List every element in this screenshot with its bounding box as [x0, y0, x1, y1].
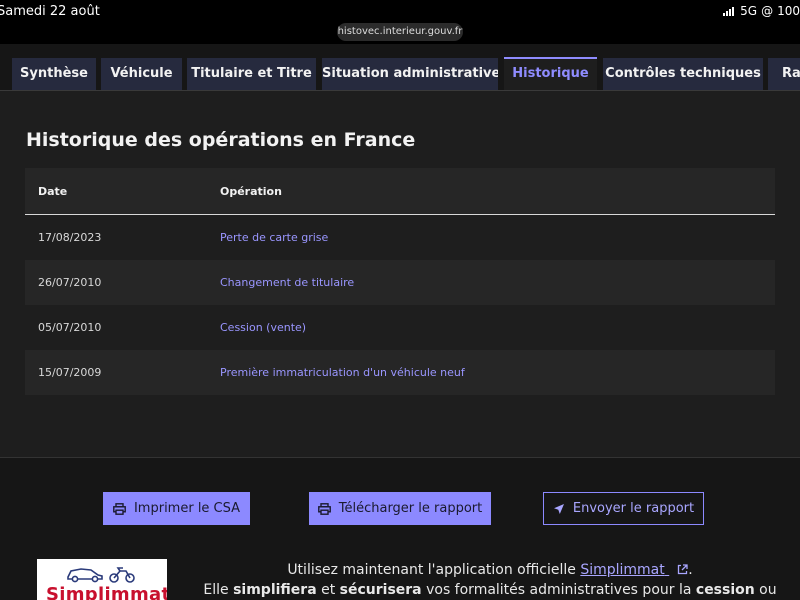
promo-text-part: Elle [203, 582, 234, 598]
promo-emphasis: cession [695, 582, 755, 598]
column-header-operation: Opération [220, 168, 775, 215]
promo-line-1: Utilisez maintenant l'application offici… [200, 560, 780, 580]
row-operation: Changement de titulaire [220, 260, 775, 305]
table-row: 05/07/2010 Cession (vente) [25, 305, 775, 350]
external-link-icon [678, 564, 688, 575]
motorbike-icon [109, 567, 135, 583]
print-csa-button[interactable]: Imprimer le CSA [103, 492, 250, 525]
tab-controles-techniques[interactable]: Contrôles techniques [603, 58, 763, 90]
table-header-row: Date Opération [25, 168, 775, 215]
tab-situation-administrative[interactable]: Situation administrative [322, 58, 498, 90]
location-icon: @ [761, 4, 774, 18]
row-date: 05/07/2010 [25, 305, 220, 350]
page-title: Historique des opérations en France [26, 129, 416, 151]
tab-titulaire-titre[interactable]: Titulaire et Titre [187, 58, 316, 90]
send-icon [553, 503, 564, 514]
table-row: 26/07/2010 Changement de titulaire [25, 260, 775, 305]
send-report-button[interactable]: Envoyer le rapport [543, 492, 704, 525]
row-date: 26/07/2010 [25, 260, 220, 305]
status-datetime: Samedi 22 août [0, 4, 100, 19]
footer-actions: Imprimer le CSA Télécharger le rapport E… [0, 458, 800, 600]
download-report-button[interactable]: Télécharger le rapport [309, 492, 491, 525]
promo-intro: Utilisez maintenant l'application offici… [287, 562, 581, 578]
table-row: 15/07/2009 Première immatriculation d'un… [25, 350, 775, 395]
promo-period: . [688, 562, 693, 578]
browser-url-bar: histovec.interieur.gouv.fr [0, 22, 800, 44]
battery-level: 100 [777, 4, 800, 18]
tab-historique[interactable]: Historique [504, 57, 597, 90]
printer-icon [317, 502, 331, 515]
car-icon [67, 568, 103, 583]
status-indicators: 5G @ 100 [723, 4, 800, 18]
simplimmat-link[interactable]: Simplimmat [580, 562, 688, 578]
send-report-label: Envoyer le rapport [572, 501, 695, 516]
history-panel: Historique des opérations en France Date… [0, 91, 800, 458]
promo-line-2: Elle simplifiera et sécurisera vos forma… [200, 580, 780, 600]
tab-synthese[interactable]: Synthèse [12, 58, 96, 90]
promo-text-part: et [316, 582, 340, 598]
logo-text: Simplimmat [46, 584, 167, 600]
tab-vehicule[interactable]: Véhicule [101, 58, 182, 90]
print-csa-label: Imprimer le CSA [133, 501, 241, 516]
download-report-label: Télécharger le rapport [338, 501, 483, 516]
tab-bar: Synthèse Véhicule Titulaire et Titre Sit… [0, 44, 800, 91]
promo-emphasis: sécurisera [339, 582, 422, 598]
simplimmat-link-label: Simplimmat [580, 562, 665, 578]
row-date: 15/07/2009 [25, 350, 220, 395]
tab-rapport[interactable]: Rap [768, 58, 800, 90]
network-type: 5G [740, 4, 758, 18]
promo-text-part: ou [754, 582, 777, 598]
simplimmat-logo[interactable]: Simplimmat [37, 559, 167, 600]
row-operation: Cession (vente) [220, 305, 775, 350]
row-operation: Première immatriculation d'un véhicule n… [220, 350, 775, 395]
promo-text: Utilisez maintenant l'application offici… [200, 560, 780, 600]
column-header-date: Date [25, 168, 220, 215]
status-bar: Samedi 22 août 5G @ 100 [0, 0, 800, 22]
printer-icon [113, 502, 126, 515]
promo-emphasis: simplifiera [233, 582, 317, 598]
history-table: Date Opération 17/08/2023 Perte de carte… [25, 168, 775, 395]
row-date: 17/08/2023 [25, 214, 220, 260]
row-operation: Perte de carte grise [220, 214, 775, 260]
table-row: 17/08/2023 Perte de carte grise [25, 214, 775, 260]
signal-icon [723, 6, 735, 16]
url-field[interactable]: histovec.interieur.gouv.fr [337, 23, 463, 41]
promo-text-part: vos formalités administratives pour la [421, 582, 696, 598]
